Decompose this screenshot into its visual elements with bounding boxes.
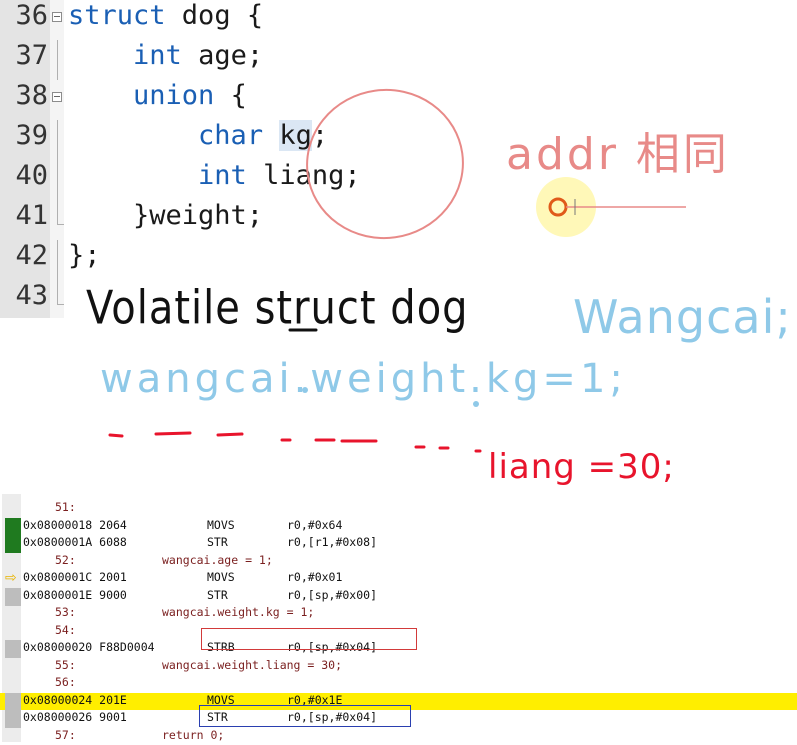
disassembly-instruction-row[interactable]: 0x0800001A 6088 STR r0,[r1,#0x08] — [0, 535, 797, 553]
code-token — [263, 120, 279, 151]
code-text: int age; — [68, 40, 263, 71]
line-number: 41 — [2, 200, 48, 231]
code-coverage-marker[interactable] — [5, 588, 21, 606]
source-line-text: wangcai.weight.kg = 1; — [162, 605, 314, 619]
source-line-number: 56: — [55, 675, 76, 689]
program-counter-arrow-icon: ⇨ — [5, 571, 21, 585]
code-token — [68, 40, 133, 71]
code-coverage-marker[interactable] — [5, 693, 21, 711]
source-line-number: 57: — [55, 728, 76, 742]
source-line-number: 55: — [55, 658, 76, 672]
line-number: 37 — [2, 40, 48, 71]
fold-end-marker — [57, 200, 64, 225]
line-number: 43 — [2, 280, 48, 311]
disassembly-source-row[interactable]: 55: wangcai.weight.liang = 30; — [0, 658, 797, 676]
instruction-opcode: STR — [207, 588, 228, 602]
code-token: { — [214, 80, 247, 111]
code-token — [68, 160, 198, 191]
disassembly-source-row[interactable]: 56: — [0, 675, 797, 693]
code-coverage-marker[interactable] — [5, 710, 21, 728]
line-number: 38 — [2, 80, 48, 111]
instruction-operands: r0,#0x01 — [287, 570, 342, 584]
instruction-address: 0x08000024 201E — [23, 693, 127, 707]
instruction-address: 0x08000018 2064 — [23, 518, 127, 532]
executed-marker[interactable] — [5, 535, 21, 553]
line-number: 40 — [2, 160, 48, 191]
keyword-token: int — [198, 160, 247, 191]
code-coverage-marker[interactable] — [5, 640, 21, 658]
instruction-operands: r0,#0x64 — [287, 518, 342, 532]
disassembly-instruction-row[interactable]: ⇨0x0800001C 2001 MOVS r0,#0x01 — [0, 570, 797, 588]
keyword-token: int — [133, 40, 182, 71]
code-text: char kg; — [68, 120, 328, 151]
keyword-token: char — [198, 120, 263, 151]
red-dash-strokes — [110, 433, 480, 451]
line-number: 36 — [2, 0, 48, 31]
instruction-operands: r0,[sp,#0x00] — [287, 588, 377, 602]
instruction-address: 0x08000026 9001 — [23, 710, 127, 724]
code-line[interactable]: 42}; — [0, 240, 797, 280]
keyword-token: union — [133, 80, 214, 111]
code-text: struct dog { — [68, 0, 263, 31]
fold-guide-line — [57, 160, 58, 200]
code-line[interactable]: 38 union { — [0, 80, 797, 120]
instruction-opcode: MOVS — [207, 518, 235, 532]
red-highlight-box-strb — [201, 628, 417, 650]
code-token — [68, 120, 198, 151]
keyword-token: struct — [68, 0, 166, 31]
instruction-opcode: MOVS — [207, 570, 235, 584]
executed-marker[interactable] — [5, 518, 21, 536]
code-token: }; — [68, 240, 101, 271]
source-line-number: 52: — [55, 553, 76, 567]
source-line-number: 51: — [55, 500, 76, 514]
handwritten-weight-kg-line: wangcai.weight.kg=1; — [100, 356, 627, 402]
instruction-operands: r0,[r1,#0x08] — [287, 535, 377, 549]
source-line-text: return 0; — [162, 728, 224, 742]
code-text: }; — [68, 240, 101, 271]
fold-guide-line — [57, 120, 58, 160]
instruction-address: 0x0800001A 6088 — [23, 535, 127, 549]
code-token: }weight; — [68, 200, 263, 231]
fold-toggle-icon[interactable] — [52, 92, 62, 102]
fold-end-marker — [57, 280, 64, 305]
instruction-address: 0x0800001C 2001 — [23, 570, 127, 584]
code-token — [68, 80, 133, 111]
handwritten-addr-note: addr 相同 — [506, 118, 730, 182]
blue-highlight-box-str — [199, 705, 411, 727]
handwritten-wangcai-name: Wangcai; — [573, 290, 792, 344]
code-line[interactable]: 41 }weight; — [0, 200, 797, 240]
handwritten-liang-line: liang =30; — [488, 447, 675, 487]
code-text: }weight; — [68, 200, 263, 231]
code-text: int liang; — [68, 160, 361, 191]
code-line[interactable]: 36 struct dog { — [0, 0, 797, 40]
source-line-number: 53: — [55, 605, 76, 619]
disassembly-source-row[interactable]: 51: — [0, 500, 797, 518]
code-token: liang; — [247, 160, 361, 191]
instruction-opcode: STR — [207, 535, 228, 549]
disassembly-source-row[interactable]: 53: wangcai.weight.kg = 1; — [0, 605, 797, 623]
disassembly-instruction-row[interactable]: 0x08000018 2064 MOVS r0,#0x64 — [0, 518, 797, 536]
fold-guide-line — [57, 40, 58, 80]
source-line-number: 54: — [55, 623, 76, 637]
code-token: ; — [312, 120, 328, 151]
instruction-address: 0x08000020 F88D0004 — [23, 640, 155, 654]
handwritten-volatile-line: Volatile struct dog — [86, 282, 469, 335]
disassembly-source-row[interactable]: 52: wangcai.age = 1; — [0, 553, 797, 571]
code-text: union { — [68, 80, 247, 111]
code-token: dog { — [166, 0, 264, 31]
code-line[interactable]: 37 int age; — [0, 40, 797, 80]
source-line-text: wangcai.age = 1; — [162, 553, 273, 567]
code-token: age; — [182, 40, 263, 71]
disassembly-instruction-row[interactable]: 0x0800001E 9000 STR r0,[sp,#0x00] — [0, 588, 797, 606]
fold-guide-line — [57, 240, 58, 280]
line-number: 39 — [2, 120, 48, 151]
highlighted-token: kg — [279, 120, 312, 151]
line-number: 42 — [2, 240, 48, 271]
source-line-text: wangcai.weight.liang = 30; — [162, 658, 342, 672]
instruction-address: 0x0800001E 9000 — [23, 588, 127, 602]
fold-toggle-icon[interactable] — [52, 12, 62, 22]
disassembly-source-row[interactable]: 57: return 0; — [0, 728, 797, 745]
